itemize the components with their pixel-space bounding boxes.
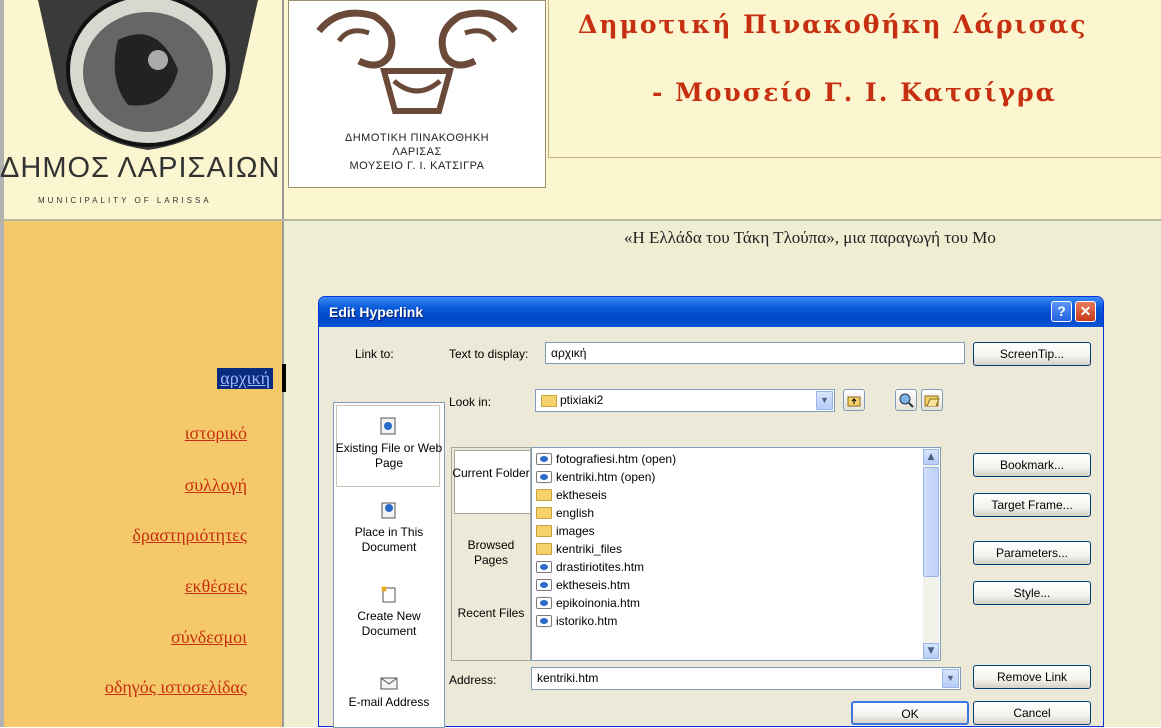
gallery-logo-line3: ΜΟΥΣΕΙΟ Γ. Ι. ΚΑΤΣΙΓΡΑ bbox=[349, 160, 485, 172]
bookmark-button[interactable]: Bookmark... bbox=[973, 453, 1091, 477]
nav-selection-marker bbox=[282, 364, 286, 392]
scroll-down-icon[interactable]: ▼ bbox=[923, 643, 939, 659]
tab-recent-files[interactable]: Recent Files bbox=[452, 606, 530, 621]
dialog-body: Link to: Text to display: αρχική ScreenT… bbox=[323, 327, 1099, 728]
help-button[interactable]: ? bbox=[1051, 301, 1072, 322]
list-item[interactable]: english bbox=[536, 504, 594, 522]
link-option-label: Create New Document bbox=[357, 609, 421, 638]
list-item[interactable]: epikoinonia.htm bbox=[536, 594, 640, 612]
new-document-icon bbox=[380, 585, 398, 607]
list-item[interactable]: images bbox=[536, 522, 595, 540]
nav-link-activities[interactable]: δραστηριότητες bbox=[132, 525, 247, 546]
browse-file-button[interactable] bbox=[921, 389, 943, 411]
link-option-label: Place in This Document bbox=[354, 525, 424, 554]
folder-icon bbox=[536, 507, 552, 519]
cancel-button[interactable]: Cancel bbox=[973, 701, 1091, 725]
browse-web-button[interactable] bbox=[895, 389, 917, 411]
folder-icon bbox=[536, 489, 552, 501]
nav-link-home[interactable]: αρχική bbox=[217, 368, 273, 389]
gallery-logo-line2: ΛΑΡΙΣΑΣ bbox=[392, 146, 442, 158]
chevron-down-icon[interactable]: ▼ bbox=[816, 391, 833, 410]
list-item[interactable]: ektheseis.htm bbox=[536, 576, 630, 594]
close-button[interactable]: ✕ bbox=[1075, 301, 1096, 322]
ok-button[interactable]: OK bbox=[851, 701, 969, 725]
gallery-logo: ΔΗΜΟΤΙΚΗ ΠΙΝΑΚΟΘΗΚΗ ΛΑΡΙΣΑΣ ΜΟΥΣΕΙΟ Γ. Ι… bbox=[288, 0, 546, 188]
nav-link-history[interactable]: ιστορικό bbox=[185, 423, 247, 444]
folder-icon bbox=[536, 543, 552, 555]
nav-link-links[interactable]: σύνδεσμοι bbox=[171, 627, 247, 648]
list-item[interactable]: kentriki.htm (open) bbox=[536, 468, 655, 486]
html-file-icon bbox=[536, 453, 552, 465]
address-value: kentriki.htm bbox=[537, 671, 599, 685]
nav-link-collection[interactable]: συλλογή bbox=[185, 475, 247, 496]
chevron-down-icon[interactable]: ▼ bbox=[942, 669, 959, 688]
municipality-logo: ΔΗΜΟΣ ΛΑΡΙΣΑΙΩΝ MUNICIPALITY OF LARISSA bbox=[0, 0, 280, 218]
style-button[interactable]: Style... bbox=[973, 581, 1091, 605]
browse-tabs: Current Folder Browsed Pages Recent File… bbox=[451, 447, 531, 661]
site-subtitle: - Μουσείο Γ. Ι. Κατσίγρα bbox=[652, 78, 1057, 107]
html-file-icon bbox=[536, 579, 552, 591]
header-divider bbox=[0, 219, 1161, 221]
html-file-icon bbox=[536, 615, 552, 627]
tab-selection bbox=[454, 450, 530, 514]
link-to-bar: Existing File or Web Page Place in This … bbox=[333, 402, 445, 728]
email-icon bbox=[380, 675, 398, 695]
edit-hyperlink-dialog: Edit Hyperlink ? ✕ Link to: Text to disp… bbox=[318, 296, 1104, 728]
list-item[interactable]: kentriki_files bbox=[536, 540, 622, 558]
folder-icon bbox=[541, 395, 557, 407]
target-frame-button[interactable]: Target Frame... bbox=[973, 493, 1091, 517]
link-option-label: E-mail Address bbox=[348, 695, 430, 709]
address-combobox[interactable]: kentriki.htm ▼ bbox=[531, 667, 961, 690]
site-title: Δημοτική Πινακοθήκη Λάρισας bbox=[578, 10, 1088, 39]
look-in-value: ptixiaki2 bbox=[560, 393, 604, 407]
up-one-folder-button[interactable] bbox=[843, 389, 865, 411]
municipality-tagline: MUNICIPALITY OF LARISSA bbox=[38, 196, 212, 205]
folder-icon bbox=[536, 525, 552, 537]
address-label: Address: bbox=[449, 673, 497, 687]
screentip-button[interactable]: ScreenTip... bbox=[973, 342, 1091, 366]
look-in-combobox[interactable]: ptixiaki2 ▼ bbox=[535, 389, 835, 412]
existing-file-icon bbox=[380, 417, 396, 439]
list-item[interactable]: istoriko.htm bbox=[536, 612, 617, 630]
text-to-display-label: Text to display: bbox=[449, 347, 529, 361]
tab-browsed-pages[interactable]: Browsed Pages bbox=[452, 538, 530, 568]
file-list-scrollbar[interactable]: ▲ ▼ bbox=[923, 449, 939, 659]
gallery-logo-line1: ΔΗΜΟΤΙΚΗ ΠΙΝΑΚΟΘΗΚΗ bbox=[344, 132, 490, 144]
look-in-label: Look in: bbox=[449, 395, 492, 409]
list-item[interactable]: drastiriotites.htm bbox=[536, 558, 644, 576]
dialog-title: Edit Hyperlink bbox=[329, 304, 424, 320]
list-item[interactable]: ektheseis bbox=[536, 486, 607, 504]
remove-link-button[interactable]: Remove Link bbox=[973, 665, 1091, 689]
news-marquee[interactable]: «Η Ελλάδα του Τάκη Τλούπα», μια παραγωγή… bbox=[624, 228, 996, 248]
nav-column bbox=[0, 220, 283, 727]
dialog-titlebar[interactable]: Edit Hyperlink ? ✕ bbox=[319, 297, 1103, 327]
list-item[interactable]: fotografiesi.htm (open) bbox=[536, 450, 676, 468]
html-file-icon bbox=[536, 471, 552, 483]
file-list[interactable]: fotografiesi.htm (open) kentriki.htm (op… bbox=[531, 447, 941, 661]
text-to-display-input[interactable]: αρχική bbox=[545, 342, 965, 364]
place-in-document-icon bbox=[380, 501, 398, 523]
scroll-up-icon[interactable]: ▲ bbox=[923, 449, 939, 465]
tab-current-folder[interactable]: Current Folder bbox=[452, 466, 530, 481]
municipality-name: ΔΗΜΟΣ ΛΑΡΙΣΑΙΩΝ bbox=[0, 152, 281, 184]
nav-link-exhibitions[interactable]: εκθέσεις bbox=[185, 576, 247, 597]
link-option-label: Existing File or Web Page bbox=[335, 441, 443, 470]
parameters-button[interactable]: Parameters... bbox=[973, 541, 1091, 565]
scrollbar-thumb[interactable] bbox=[923, 467, 939, 577]
link-to-label: Link to: bbox=[355, 347, 394, 361]
html-file-icon bbox=[536, 597, 552, 609]
nav-link-site-guide[interactable]: οδηγός ιστοσελίδας bbox=[105, 677, 247, 698]
window-edge bbox=[0, 0, 4, 727]
html-file-icon bbox=[536, 561, 552, 573]
